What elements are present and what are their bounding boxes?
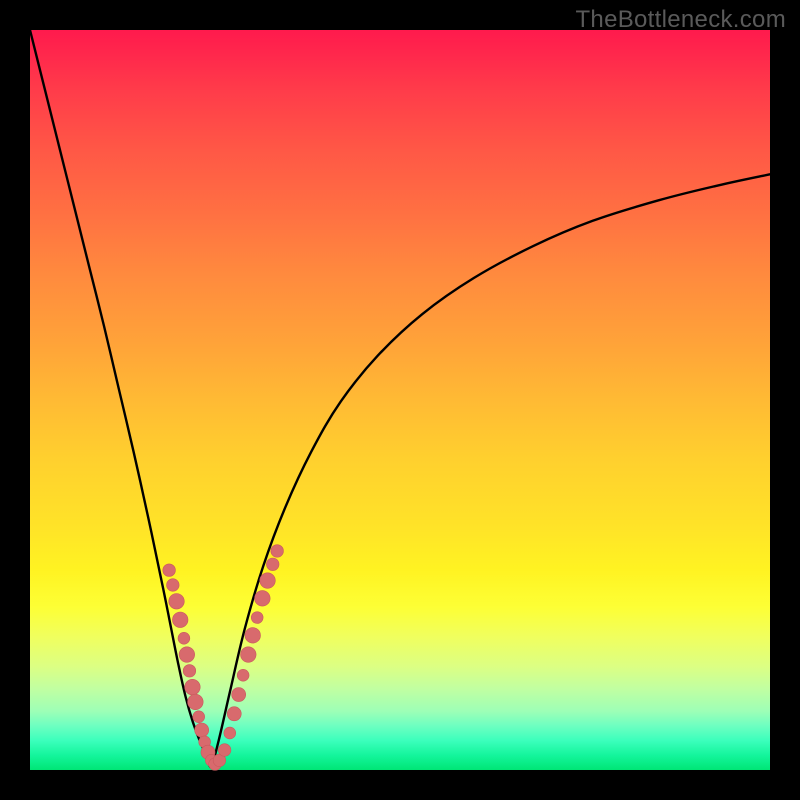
data-point [241,647,257,663]
data-point [218,744,231,757]
data-point [195,723,209,737]
data-point [188,694,204,710]
data-point [167,579,180,592]
data-point [183,665,196,678]
curve-path [30,30,770,767]
chart-frame: TheBottleneck.com [0,0,800,800]
data-point [172,612,188,628]
data-point [245,628,261,644]
data-point [224,727,236,739]
data-point [260,573,276,589]
data-point [271,545,284,558]
bottleneck-curve [30,30,770,767]
data-point [193,711,205,723]
data-point [169,594,185,610]
data-point [237,669,249,681]
data-point-markers [163,545,284,771]
data-point [179,647,195,663]
data-point [163,564,176,577]
data-point [185,679,201,695]
chart-overlay-svg [0,0,800,800]
data-point [232,687,246,701]
data-point [266,558,279,571]
data-point [227,707,241,721]
data-point [251,612,263,624]
data-point [255,591,271,607]
data-point [178,632,190,644]
